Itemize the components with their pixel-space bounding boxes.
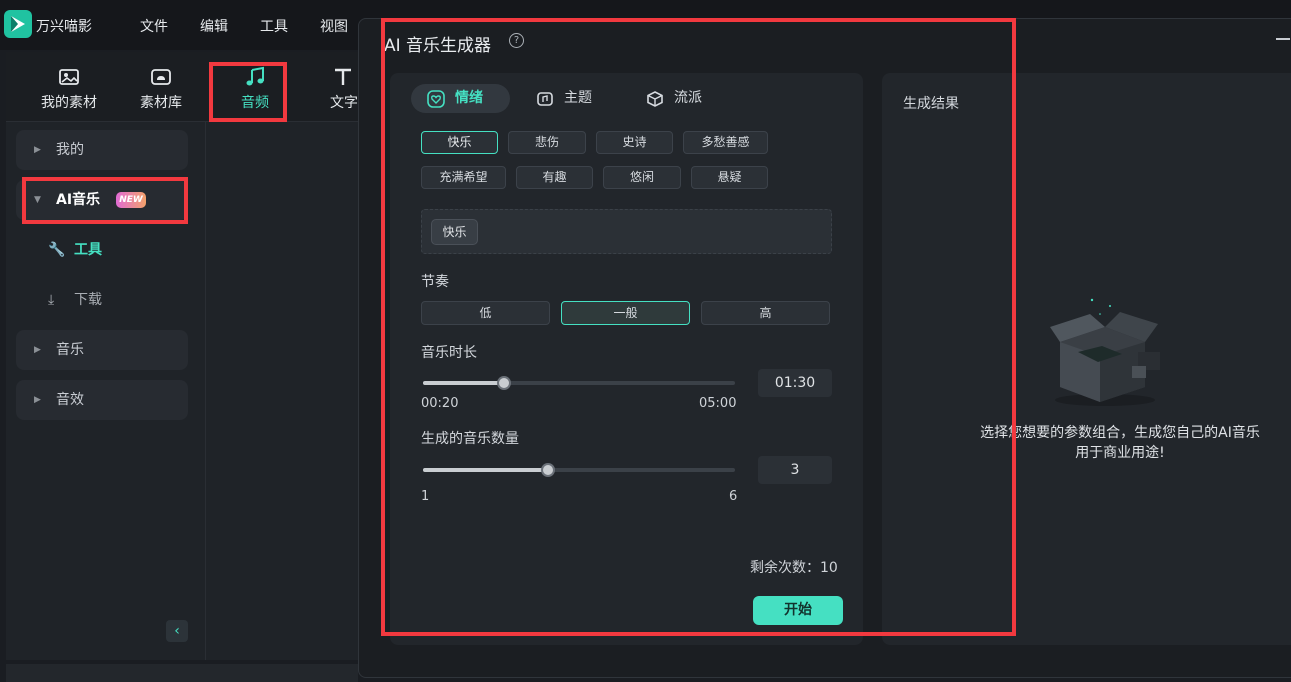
caret-right-icon: ▶ xyxy=(34,145,41,155)
image-icon xyxy=(59,69,79,85)
sidebar-item-download[interactable]: ⤓ 下载 xyxy=(48,288,102,312)
sidebar-item-sfx[interactable]: ▶ 音效 xyxy=(16,380,188,420)
sidebar-item-tools[interactable]: 🔧 工具 xyxy=(48,238,102,262)
download-icon: ⤓ xyxy=(48,292,55,308)
tab-text[interactable]: 文字 xyxy=(302,60,362,116)
tab-my-media[interactable]: 我的素材 xyxy=(26,60,112,116)
menu-file[interactable]: 文件 xyxy=(140,16,168,36)
sidebar-item-music[interactable]: ▶ 音乐 xyxy=(16,330,188,370)
caret-right-icon: ▶ xyxy=(34,345,41,355)
empty-box-icon xyxy=(1050,298,1160,406)
minimize-icon[interactable] xyxy=(1276,38,1290,40)
cloud-icon xyxy=(151,69,171,85)
sidebar-item-label: 音乐 xyxy=(56,342,84,358)
highlight-audio-tab xyxy=(209,62,287,122)
app-logo-icon xyxy=(4,10,32,38)
sidebar-item-my[interactable]: ▶ 我的 xyxy=(16,130,188,170)
text-icon xyxy=(335,68,351,85)
sidebar-item-label: 工具 xyxy=(74,242,102,258)
app-name: 万兴喵影 xyxy=(36,19,92,35)
menu-edit[interactable]: 编辑 xyxy=(200,16,228,36)
wrench-icon: 🔧 xyxy=(48,242,66,258)
tab-stock-library[interactable]: 素材库 xyxy=(118,60,204,116)
tab-label: 我的素材 xyxy=(41,95,97,111)
chevron-left-icon: ‹ xyxy=(174,623,180,639)
sidebar-item-label: 下载 xyxy=(74,292,102,308)
tab-label: 素材库 xyxy=(140,95,182,111)
collapse-sidebar-button[interactable]: ‹ xyxy=(166,620,188,642)
highlight-generator xyxy=(381,18,1016,636)
timeline-strip xyxy=(6,664,358,682)
caret-right-icon: ▶ xyxy=(34,395,41,405)
menu-tools[interactable]: 工具 xyxy=(260,16,288,36)
highlight-ai-music xyxy=(22,177,188,224)
sidebar-item-label: 我的 xyxy=(56,142,84,158)
menu-view[interactable]: 视图 xyxy=(320,16,348,36)
sidebar-item-label: 音效 xyxy=(56,392,84,408)
